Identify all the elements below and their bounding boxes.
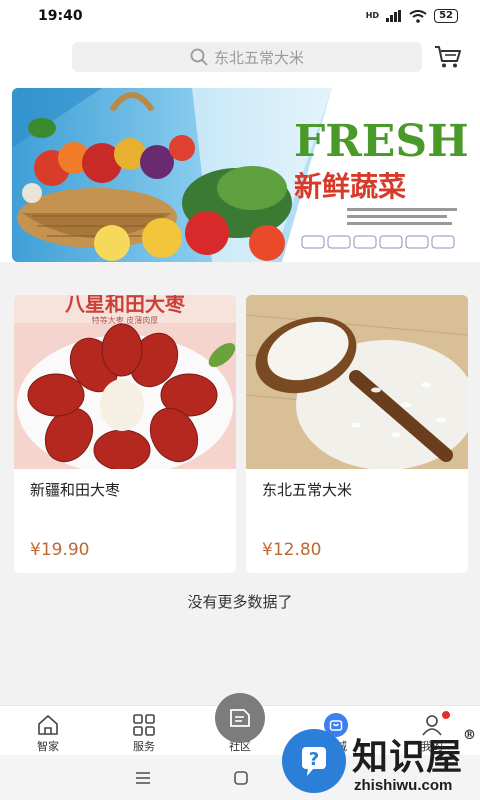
banner-subtitle: 新鲜蔬菜: [294, 170, 406, 203]
watermark-title: 知识屋®: [352, 728, 478, 778]
list-end-text: 没有更多数据了: [187, 593, 293, 611]
cart-button[interactable]: [433, 43, 463, 71]
battery-icon: 52: [434, 9, 458, 23]
menu-icon: [136, 772, 150, 784]
tab-home[interactable]: 智家: [0, 706, 96, 756]
square-icon: [234, 771, 248, 785]
watermark-logo: ? 知识屋® zhishiwu.com: [282, 726, 480, 800]
tab-label: 服务: [133, 740, 155, 753]
menu-nav-button[interactable]: [132, 767, 154, 789]
tab-label: 智家: [37, 740, 59, 753]
banner-image: FRESH 新鲜蔬菜: [12, 88, 468, 262]
search-placeholder: 东北五常大米: [213, 48, 304, 67]
banner-section: FRESH 新鲜蔬菜: [0, 82, 480, 262]
home-nav-button[interactable]: [230, 767, 252, 789]
promo-banner[interactable]: FRESH 新鲜蔬菜: [12, 88, 468, 262]
top-header: 东北五常大米: [0, 32, 480, 82]
product-price: ¥12.80: [262, 540, 322, 560]
home-icon: [38, 715, 58, 735]
cart-icon: [435, 46, 461, 68]
status-time: 19:40: [38, 8, 83, 24]
product-card-jujube[interactable]: 八星和田大枣 特等大枣 皮薄肉厚 新疆和田大枣 ¥19.90: [14, 295, 236, 573]
grid-icon: [133, 714, 155, 736]
status-bar: 19:40 HD 52: [0, 0, 480, 32]
tab-service[interactable]: 服务: [96, 706, 192, 756]
product-image-rice: [246, 295, 468, 469]
community-center-button[interactable]: [215, 693, 265, 743]
notification-badge: [442, 711, 450, 719]
svg-text:?: ?: [309, 749, 319, 770]
watermark-url: zhishiwu.com: [354, 777, 453, 794]
wifi-icon: [409, 9, 427, 23]
search-icon: [190, 48, 208, 66]
product-card-rice[interactable]: 东北五常大米 ¥12.80: [246, 295, 468, 573]
question-bubble-icon: ?: [282, 729, 346, 793]
network-type-label: HD: [365, 11, 380, 20]
product-name: 新疆和田大枣: [30, 481, 121, 499]
community-icon: [230, 709, 250, 727]
product-image-jujube: 八星和田大枣 特等大枣 皮薄肉厚: [14, 295, 236, 469]
search-input[interactable]: 东北五常大米: [72, 42, 422, 72]
status-icons: HD 52: [366, 9, 458, 23]
product-price: ¥19.90: [30, 540, 90, 560]
svg-text:八星和田大枣: 八星和田大枣: [65, 295, 186, 316]
signal-icon: [386, 10, 402, 22]
product-name: 东北五常大米: [262, 481, 353, 499]
banner-headline: FRESH: [294, 116, 468, 167]
jujube-caption: 特等大枣 皮薄肉厚: [92, 315, 159, 325]
